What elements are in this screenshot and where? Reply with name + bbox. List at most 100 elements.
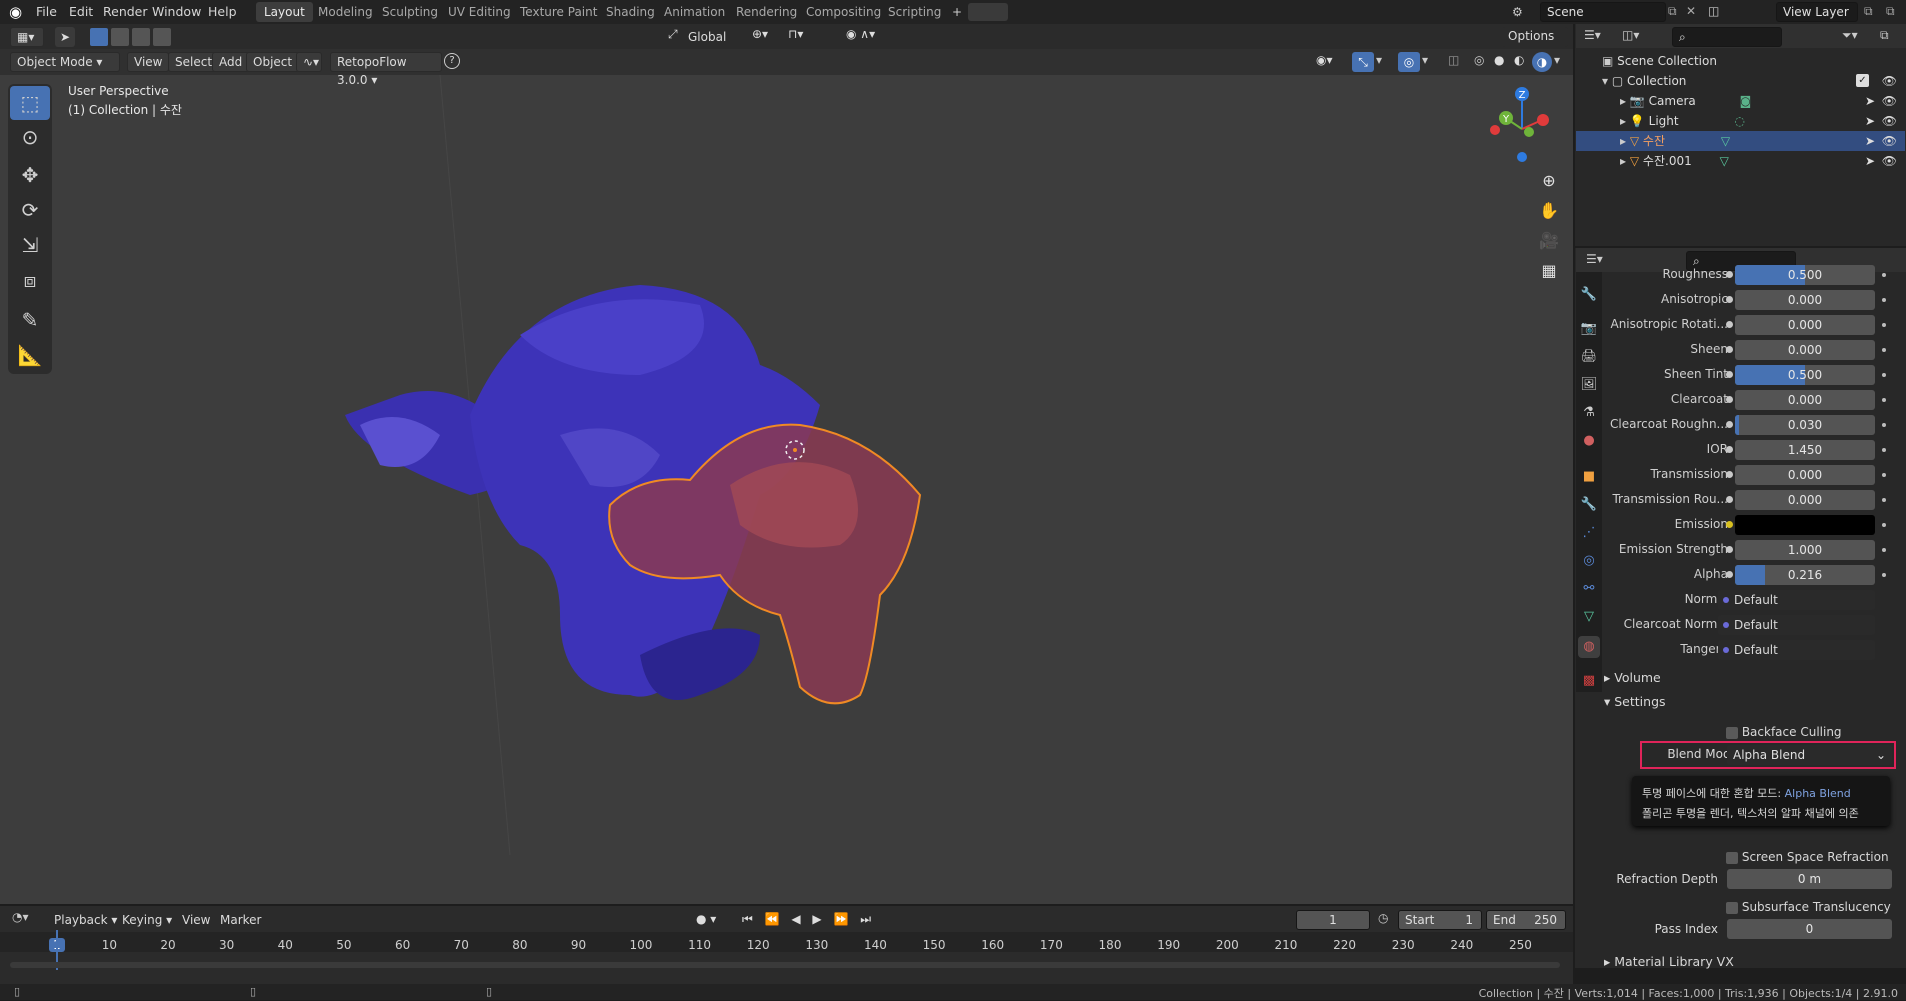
property-value-field[interactable]: 0.000 <box>1735 490 1875 510</box>
tab-shading[interactable]: Shading <box>598 2 663 22</box>
view-layer-tab-icon[interactable]: 🖼 <box>1578 374 1600 396</box>
particles-tab-icon[interactable]: ⋰ <box>1578 522 1600 544</box>
animate-dot-icon[interactable] <box>1882 473 1886 477</box>
property-row[interactable]: Sheen 0.000 <box>1600 339 1900 361</box>
menu-render[interactable]: Render <box>103 0 148 24</box>
overlay-toggle-icon[interactable]: ◎ <box>1398 52 1420 72</box>
render-tab-icon[interactable]: 📷 <box>1578 318 1600 340</box>
tab-layout[interactable]: Layout <box>256 2 313 22</box>
animate-dot-icon[interactable] <box>1882 423 1886 427</box>
display-mode-icon[interactable]: ◫▾ <box>1622 28 1639 42</box>
current-frame-field[interactable]: 1 <box>1296 910 1370 930</box>
screen-space-refraction-checkbox[interactable]: Screen Space Refraction <box>1726 847 1889 867</box>
retopoflow-dropdown[interactable]: RetopoFlow 3.0.0 ▾ <box>330 52 442 87</box>
animate-dot-icon[interactable] <box>1882 323 1886 327</box>
backface-culling-checkbox[interactable]: Backface Culling <box>1726 722 1842 742</box>
menu-help[interactable]: Help <box>208 0 237 24</box>
scene-close-icon[interactable]: ✕ <box>1686 4 1696 18</box>
expand-arrow-icon[interactable]: ▸ <box>1620 154 1626 168</box>
property-value-field[interactable]: 0.000 <box>1735 465 1875 485</box>
material-library-section-header[interactable]: ▸ Material Library VX <box>1604 952 1734 972</box>
animate-dot-icon[interactable] <box>1882 498 1886 502</box>
pivot-icon[interactable]: ⊕▾ <box>752 27 768 41</box>
camera-data-icon[interactable]: ◙ <box>1740 94 1752 108</box>
output-tab-icon[interactable]: 🖨 <box>1578 346 1600 368</box>
tab-rendering[interactable]: Rendering <box>728 2 805 22</box>
property-row[interactable]: Anisotropic Rotati... 0.000 <box>1600 314 1900 336</box>
property-value-field[interactable]: 0.000 <box>1735 340 1875 360</box>
checkbox-box[interactable] <box>1726 901 1738 914</box>
scene-selector[interactable]: Scene <box>1540 2 1666 22</box>
select-new-icon[interactable] <box>90 28 108 46</box>
help-icon[interactable]: ? <box>444 53 460 69</box>
options-dropdown[interactable]: Options <box>1502 27 1568 47</box>
proportional-edit-icon[interactable]: ◉ ∧▾ <box>846 27 875 41</box>
shading-material-icon[interactable]: ◐ <box>1514 53 1524 67</box>
menu-view[interactable]: View <box>127 52 170 72</box>
animate-dot-icon[interactable] <box>1882 548 1886 552</box>
outliner-search-field[interactable]: ⌕ <box>1672 27 1782 47</box>
viewport-scene[interactable] <box>0 75 1573 905</box>
socket-dot-icon[interactable] <box>1726 496 1733 503</box>
settings-section-header[interactable]: ▾ Settings <box>1604 692 1666 712</box>
outliner-row-scene-collection[interactable]: ▣ Scene Collection <box>1576 51 1905 71</box>
menu-window[interactable]: Window <box>152 0 201 24</box>
view-layer-close-icon[interactable]: ⧉ <box>1886 4 1895 19</box>
blender-logo-icon[interactable]: ◉ <box>9 3 27 21</box>
workspace-scroll[interactable] <box>968 3 1008 21</box>
outliner-row-light[interactable]: ▸ 💡 Light ◌ ➤ 👁 <box>1576 111 1905 131</box>
physics-tab-icon[interactable]: ◎ <box>1578 550 1600 572</box>
socket-dot-icon[interactable] <box>1726 471 1733 478</box>
socket-dot-icon[interactable] <box>1726 346 1733 353</box>
tab-sculpting[interactable]: Sculpting <box>374 2 446 22</box>
mesh-data-tab-icon[interactable]: ▽ <box>1578 606 1600 628</box>
animate-dot-icon[interactable] <box>1882 373 1886 377</box>
checkbox-box[interactable] <box>1726 726 1738 739</box>
socket-dot-icon[interactable] <box>1726 571 1733 578</box>
property-row[interactable]: IOR 1.450 <box>1600 439 1900 461</box>
animate-dot-icon[interactable] <box>1882 523 1886 527</box>
outliner-row-suzanne-001[interactable]: ▸ ▽ 수잔.001 ▽ ➤ 👁 <box>1576 151 1905 171</box>
animate-dot-icon[interactable] <box>1882 273 1886 277</box>
property-link-row[interactable]: Clearcoat Normal Default <box>1600 614 1900 636</box>
socket-dot-icon[interactable] <box>1726 446 1733 453</box>
selectable-arrow-icon[interactable]: ➤ <box>1865 91 1875 111</box>
property-link-field[interactable]: Default <box>1718 590 1875 610</box>
socket-dot-icon[interactable] <box>1726 546 1733 553</box>
property-row[interactable]: Transmission Rou... 0.000 <box>1600 489 1900 511</box>
property-value-field[interactable]: 0.216 <box>1735 565 1875 585</box>
gizmo-dropdown-icon[interactable]: ▾ <box>1376 53 1382 67</box>
pass-index-field[interactable]: 0 <box>1727 919 1892 939</box>
visibility-eye-icon[interactable]: 👁 <box>1882 131 1897 151</box>
keying-menu[interactable]: Keying ▾ <box>122 910 172 930</box>
selectable-arrow-icon[interactable]: ➤ <box>1865 151 1875 171</box>
select-intersect-icon[interactable] <box>153 28 171 46</box>
modifier-tab-icon[interactable]: 🔧 <box>1578 494 1600 516</box>
expand-arrow-icon[interactable]: ▸ <box>1620 114 1626 128</box>
playback-controls[interactable]: ⏮ ⏪ ◀ ▶ ⏩ ⏭ <box>742 912 875 927</box>
property-link-field[interactable]: Default <box>1718 615 1875 635</box>
shading-rendered-icon[interactable]: ◑ <box>1532 52 1552 72</box>
marker-menu[interactable]: Marker <box>220 910 261 930</box>
checkbox-box[interactable] <box>1726 851 1738 864</box>
view-layer-new-icon[interactable]: ⧉ <box>1864 4 1873 19</box>
property-row[interactable]: Emission Strength 1.000 <box>1600 539 1900 561</box>
expand-arrow-icon[interactable]: ▾ <box>1602 74 1608 88</box>
property-row[interactable]: Sheen Tint 0.500 <box>1600 364 1900 386</box>
visibility-eye-icon[interactable]: 👁 <box>1882 91 1897 111</box>
socket-dot-icon[interactable] <box>1726 396 1733 403</box>
property-value-field[interactable]: 0.500 <box>1735 365 1875 385</box>
outliner-editor-type-icon[interactable]: ☰▾ <box>1584 28 1601 42</box>
timeline-scrollbar[interactable] <box>10 962 1560 968</box>
timeline-view-menu[interactable]: View <box>182 910 210 930</box>
snap-icon[interactable]: ⊓▾ <box>788 27 803 41</box>
constraints-tab-icon[interactable]: ⚯ <box>1578 578 1600 600</box>
select-subtract-icon[interactable] <box>132 28 150 46</box>
blend-mode-dropdown[interactable]: Alpha Blend ⌄ <box>1727 745 1892 765</box>
socket-dot-icon[interactable] <box>1726 296 1733 303</box>
property-row[interactable]: Clearcoat Roughn... 0.030 <box>1600 414 1900 436</box>
outliner-row-suzanne[interactable]: ▸ ▽ 수잔 ▽ ➤ 👁 <box>1576 131 1905 151</box>
new-collection-icon[interactable]: ⧉ <box>1880 28 1889 43</box>
world-tab-icon[interactable]: ● <box>1578 430 1600 452</box>
outliner-row-camera[interactable]: ▸ 📷 Camera ◙ ➤ 👁 <box>1576 91 1905 111</box>
